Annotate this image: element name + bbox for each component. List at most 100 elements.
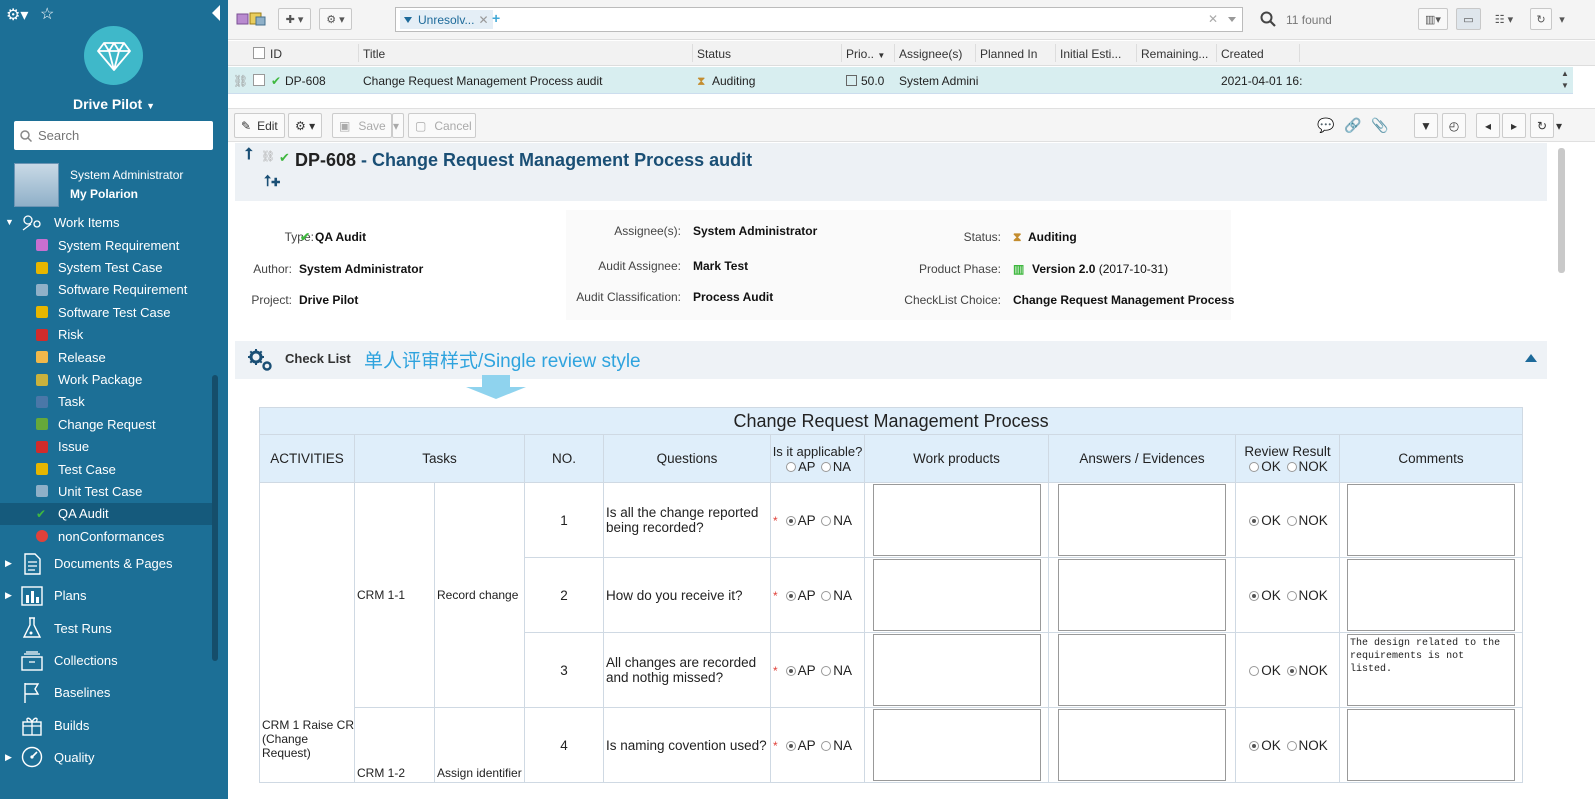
sidebar-item-task[interactable]: Task [0, 391, 214, 413]
column-divider[interactable] [975, 44, 976, 62]
row-title[interactable]: Change Request Management Process audit [363, 74, 602, 88]
all-nok-radio[interactable] [1286, 461, 1297, 472]
row-id[interactable]: DP-608 [285, 74, 326, 88]
column-header-planned-in[interactable]: Planned In [980, 47, 1037, 61]
more-menu-button[interactable]: ▾ [1556, 113, 1568, 138]
sidebar-item-plans[interactable]: ▶ Plans [0, 580, 214, 612]
project-selector[interactable]: Drive Pilot ▼ [0, 96, 228, 112]
column-divider[interactable] [894, 44, 895, 62]
sidebar-item-release[interactable]: Release [0, 346, 214, 368]
sidebar-item-unit-test-case[interactable]: Unit Test Case [0, 480, 214, 502]
review-result-nok-radio[interactable] [1286, 590, 1297, 601]
type-value[interactable]: QA Audit [315, 230, 366, 244]
column-header-created[interactable]: Created [1221, 47, 1264, 61]
star-icon[interactable]: ☆ [40, 4, 54, 24]
sidebar-item-system-requirement[interactable]: System Requirement [0, 234, 214, 256]
review-result-ok-radio[interactable] [1249, 665, 1260, 676]
project-value[interactable]: Drive Pilot [299, 293, 358, 307]
product-phase-value[interactable]: Version 2.0 (2017-10-31) [1032, 262, 1168, 276]
column-divider[interactable] [1216, 44, 1217, 62]
comment-icon[interactable]: 💬 [1317, 117, 1334, 134]
sidebar-search[interactable] [14, 121, 213, 150]
applicable-ap-radio[interactable] [785, 590, 796, 601]
query-dropdown-icon[interactable] [1228, 17, 1236, 22]
work-products-textarea[interactable] [872, 709, 1041, 781]
previous-button[interactable]: ◂ [1476, 113, 1500, 138]
filter-button[interactable]: ▼ [1414, 113, 1438, 138]
author-value[interactable]: System Administrator [299, 262, 423, 276]
comments-textarea[interactable]: The design related to the requirements i… [1347, 634, 1516, 706]
column-header-priority[interactable]: Prio.. ▼ [846, 47, 885, 61]
layout-split-button[interactable]: ▭ [1456, 8, 1481, 30]
comments-textarea[interactable] [1347, 484, 1516, 556]
sidebar-item-qa-audit[interactable]: ✔ QA Audit [0, 502, 214, 526]
sidebar-item-risk[interactable]: Risk [0, 324, 214, 346]
assignees-value[interactable]: System Administrator [693, 224, 817, 238]
sidebar-item-change-request[interactable]: Change Request [0, 413, 214, 435]
query-input[interactable]: Unresolv... ✕ + ✕ [395, 7, 1243, 32]
column-header-remaining[interactable]: Remaining... [1141, 47, 1208, 61]
grid-scrollbar[interactable]: ▲ ▼ [1561, 68, 1569, 92]
row-checkbox[interactable] [253, 74, 265, 86]
applicable-na-radio[interactable] [821, 590, 832, 601]
column-header-initial-estimate[interactable]: Initial Esti... [1060, 47, 1121, 61]
scrollbar-thumb[interactable] [1558, 148, 1565, 273]
link-icon[interactable]: ⛓ [261, 150, 275, 163]
cancel-button[interactable]: ▢ Cancel [408, 113, 476, 138]
add-parent-icon[interactable]: ⭡✚ [264, 173, 280, 190]
add-filter-icon[interactable]: + [492, 10, 500, 26]
link-icon[interactable]: ⛓ [233, 74, 248, 88]
gear-icon[interactable]: ⚙▾ [6, 5, 28, 25]
expand-triangle-icon[interactable]: ▶ [5, 590, 12, 601]
more-menu-button[interactable]: ▾ [1555, 8, 1569, 30]
actions-gear-button[interactable]: ⚙ ▾ [288, 113, 323, 138]
sidebar-item-issue[interactable]: Issue [0, 436, 214, 458]
audit-classification-value[interactable]: Process Audit [693, 290, 773, 304]
project-logo-diamond-icon[interactable] [84, 26, 143, 85]
parent-up-arrow-icon[interactable]: ⭡ [245, 146, 253, 164]
applicable-na-radio[interactable] [821, 515, 832, 526]
review-result-ok-radio[interactable] [1249, 515, 1260, 526]
all-ok-radio[interactable] [1249, 461, 1260, 472]
columns-button[interactable]: ▥▾ [1418, 8, 1448, 30]
clear-query-icon[interactable]: ✕ [1208, 12, 1218, 26]
link-icon[interactable]: 🔗 [1344, 117, 1361, 134]
sidebar-item-documents-pages[interactable]: ▶ Documents & Pages [0, 547, 214, 579]
detail-scrollbar[interactable] [1556, 148, 1566, 799]
sidebar-item-baselines[interactable]: Baselines [0, 677, 214, 709]
audit-assignee-value[interactable]: Mark Test [693, 259, 748, 273]
column-divider[interactable] [841, 44, 842, 62]
sidebar-item-work-package[interactable]: Work Package [0, 368, 214, 390]
comments-textarea[interactable] [1347, 559, 1516, 631]
applicable-na-radio[interactable] [821, 740, 832, 751]
work-item-types-icon[interactable] [236, 8, 270, 30]
saved-query-chip[interactable]: Unresolv... ✕ [400, 10, 493, 29]
work-products-textarea[interactable] [872, 484, 1041, 556]
sidebar-item-nonconformances[interactable]: nonConformances [0, 525, 214, 547]
my-polarion-link[interactable]: My Polarion [70, 187, 138, 201]
answers-textarea[interactable] [1058, 559, 1226, 631]
collapse-sidebar-icon[interactable] [212, 5, 220, 21]
sidebar-scrollbar[interactable] [212, 375, 218, 661]
column-divider[interactable] [1136, 44, 1137, 62]
review-result-ok-radio[interactable] [1249, 590, 1260, 601]
search-button[interactable] [1257, 7, 1279, 31]
column-header-assignees[interactable]: Assignee(s) [899, 47, 962, 61]
sidebar-item-builds[interactable]: Builds [0, 709, 214, 741]
answers-textarea[interactable] [1058, 709, 1226, 781]
expand-triangle-icon[interactable]: ▶ [5, 752, 12, 763]
remove-chip-icon[interactable]: ✕ [478, 13, 488, 27]
actions-gear-button[interactable]: ⚙ ▾ [319, 8, 352, 30]
sidebar-search-input[interactable] [38, 128, 198, 143]
review-result-nok-radio[interactable] [1286, 740, 1297, 751]
tree-view-button[interactable]: ☷ ▾ [1484, 8, 1524, 30]
chevron-down-icon[interactable] [404, 16, 412, 23]
avatar[interactable] [14, 163, 59, 207]
sidebar-item-quality[interactable]: ▶ Quality [0, 741, 214, 773]
next-button[interactable]: ▸ [1502, 113, 1526, 138]
all-na-radio[interactable] [820, 462, 831, 473]
history-button[interactable]: ◴ [1442, 113, 1466, 138]
column-header-id[interactable]: ID [270, 47, 282, 61]
applicable-ap-radio[interactable] [785, 515, 796, 526]
sidebar-item-software-test-case[interactable]: Software Test Case [0, 301, 214, 323]
